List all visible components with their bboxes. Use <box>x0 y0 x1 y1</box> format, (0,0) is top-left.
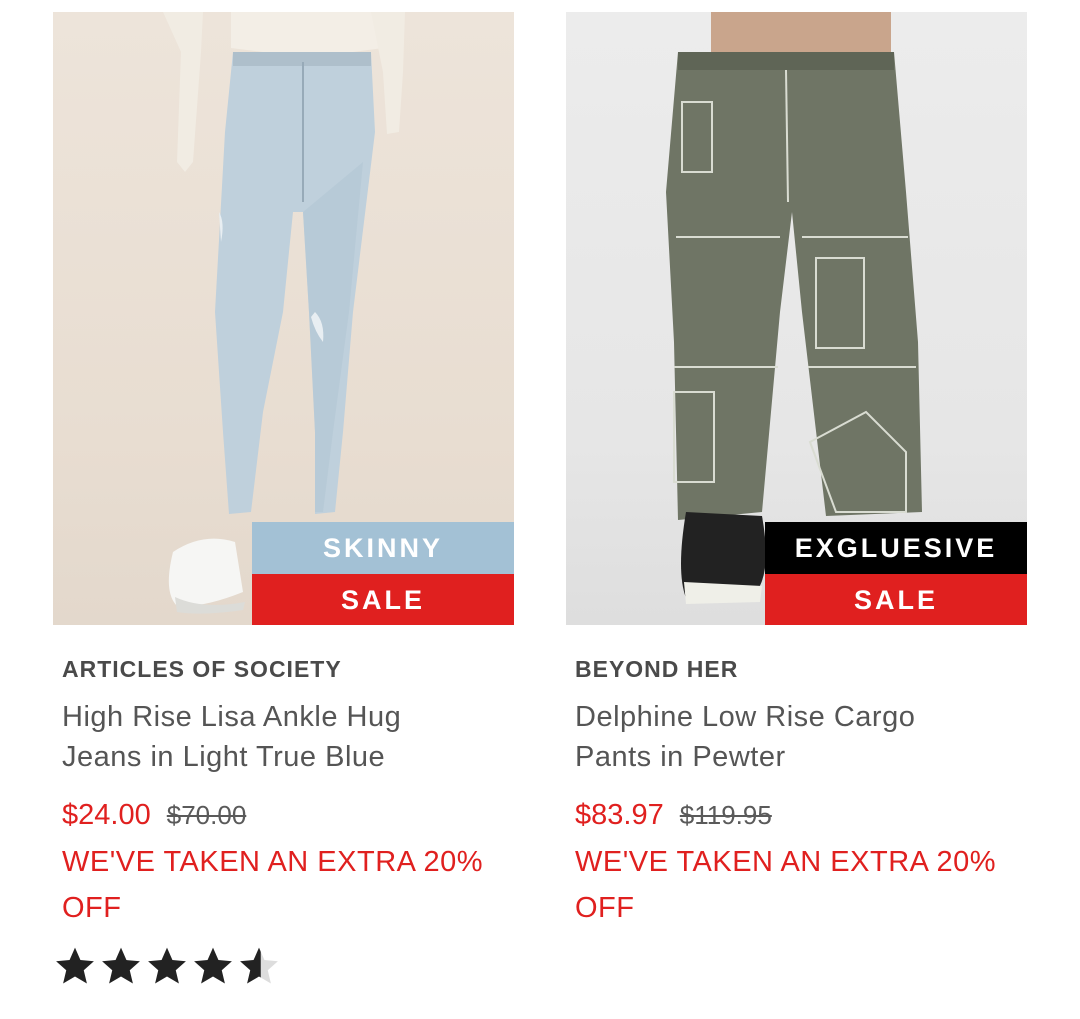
price-row: $83.97 $119.95 <box>575 797 1027 833</box>
product-image[interactable]: SKINNY SALE <box>53 12 514 625</box>
star-half-icon <box>240 947 278 984</box>
product-card[interactable]: EXGLUESIVE SALE BEYOND HER Delphine Low … <box>566 12 1027 931</box>
product-title[interactable]: Delphine Low Rise Cargo Pants in Pewter <box>575 697 995 777</box>
badge-sale: SALE <box>252 574 514 625</box>
product-title[interactable]: High Rise Lisa Ankle Hug Jeans in Light … <box>62 697 482 777</box>
product-image[interactable]: EXGLUESIVE SALE <box>566 12 1027 625</box>
badge-skinny: SKINNY <box>252 522 514 574</box>
original-price: $70.00 <box>166 800 247 830</box>
product-brand[interactable]: ARTICLES OF SOCIETY <box>62 655 514 683</box>
product-brand[interactable]: BEYOND HER <box>575 655 1027 683</box>
product-card[interactable]: SKINNY SALE ARTICLES OF SOCIETY High Ris… <box>53 12 514 987</box>
promo-text: WE'VE TAKEN AN EXTRA 20% OFF <box>62 846 483 924</box>
badge-sale: SALE <box>765 574 1027 625</box>
promo-text: WE'VE TAKEN AN EXTRA 20% OFF <box>575 846 996 924</box>
price-row: $24.00 $70.00 <box>62 797 514 833</box>
star-full-icon <box>148 947 186 984</box>
star-full-icon <box>102 947 140 984</box>
star-full-icon <box>56 947 94 984</box>
sale-price: $83.97 <box>575 799 664 831</box>
star-full-icon <box>194 947 232 984</box>
badge-exclusive: EXGLUESIVE <box>765 522 1027 574</box>
sale-price: $24.00 <box>62 799 151 831</box>
original-price: $119.95 <box>679 800 772 830</box>
star-rating[interactable] <box>53 945 514 987</box>
